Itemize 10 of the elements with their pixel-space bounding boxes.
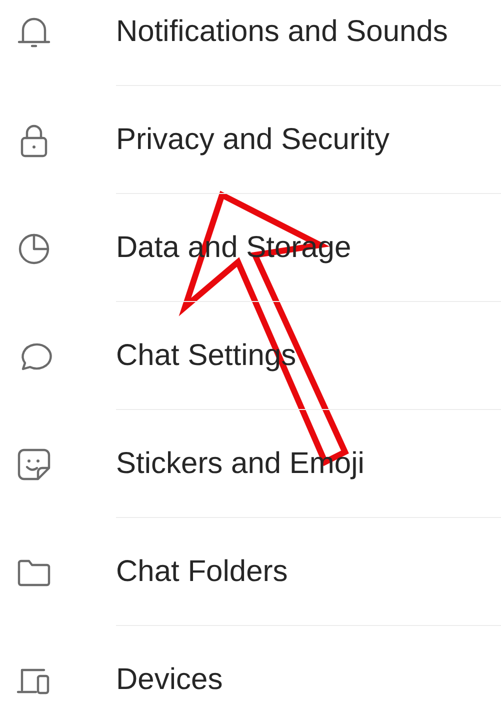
settings-item[interactable]: Devices [0,626,501,704]
settings-item[interactable]: Chat Folders [0,518,501,626]
settings-item[interactable]: Privacy and Security [0,86,501,194]
settings-item[interactable]: Notifications and Sounds [0,0,501,86]
item-label: Chat Folders [116,554,288,590]
item-label: Notifications and Sounds [116,14,448,50]
item-label: Stickers and Emoji [116,446,364,482]
settings-item[interactable]: Stickers and Emoji [0,410,501,518]
item-label: Privacy and Security [116,122,390,158]
item-label: Devices [116,662,223,698]
